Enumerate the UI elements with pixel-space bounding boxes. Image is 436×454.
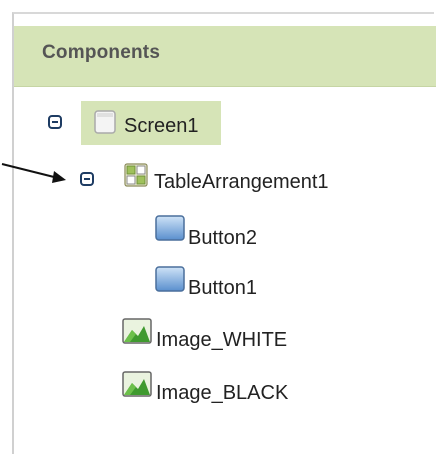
image-icon: [122, 318, 152, 344]
components-header: Components: [14, 26, 436, 87]
image-white-label[interactable]: Image_WHITE: [156, 329, 287, 352]
table-label[interactable]: TableArrangement1: [154, 171, 329, 194]
button1-label[interactable]: Button1: [188, 277, 257, 300]
panel-title: Components: [42, 42, 161, 63]
screen-collapse-toggle[interactable]: [48, 115, 62, 129]
image-black-label[interactable]: Image_BLACK: [156, 382, 288, 405]
table-collapse-toggle[interactable]: [80, 172, 94, 186]
button-icon: [155, 215, 185, 241]
button2-label[interactable]: Button2: [188, 227, 257, 250]
pointer-arrow-icon: [1, 163, 66, 183]
screen-icon: [94, 110, 116, 134]
button-icon: [155, 266, 185, 292]
table-arrangement-icon: [124, 163, 148, 187]
image-icon: [122, 371, 152, 397]
screen-label: Screen1: [124, 115, 199, 137]
